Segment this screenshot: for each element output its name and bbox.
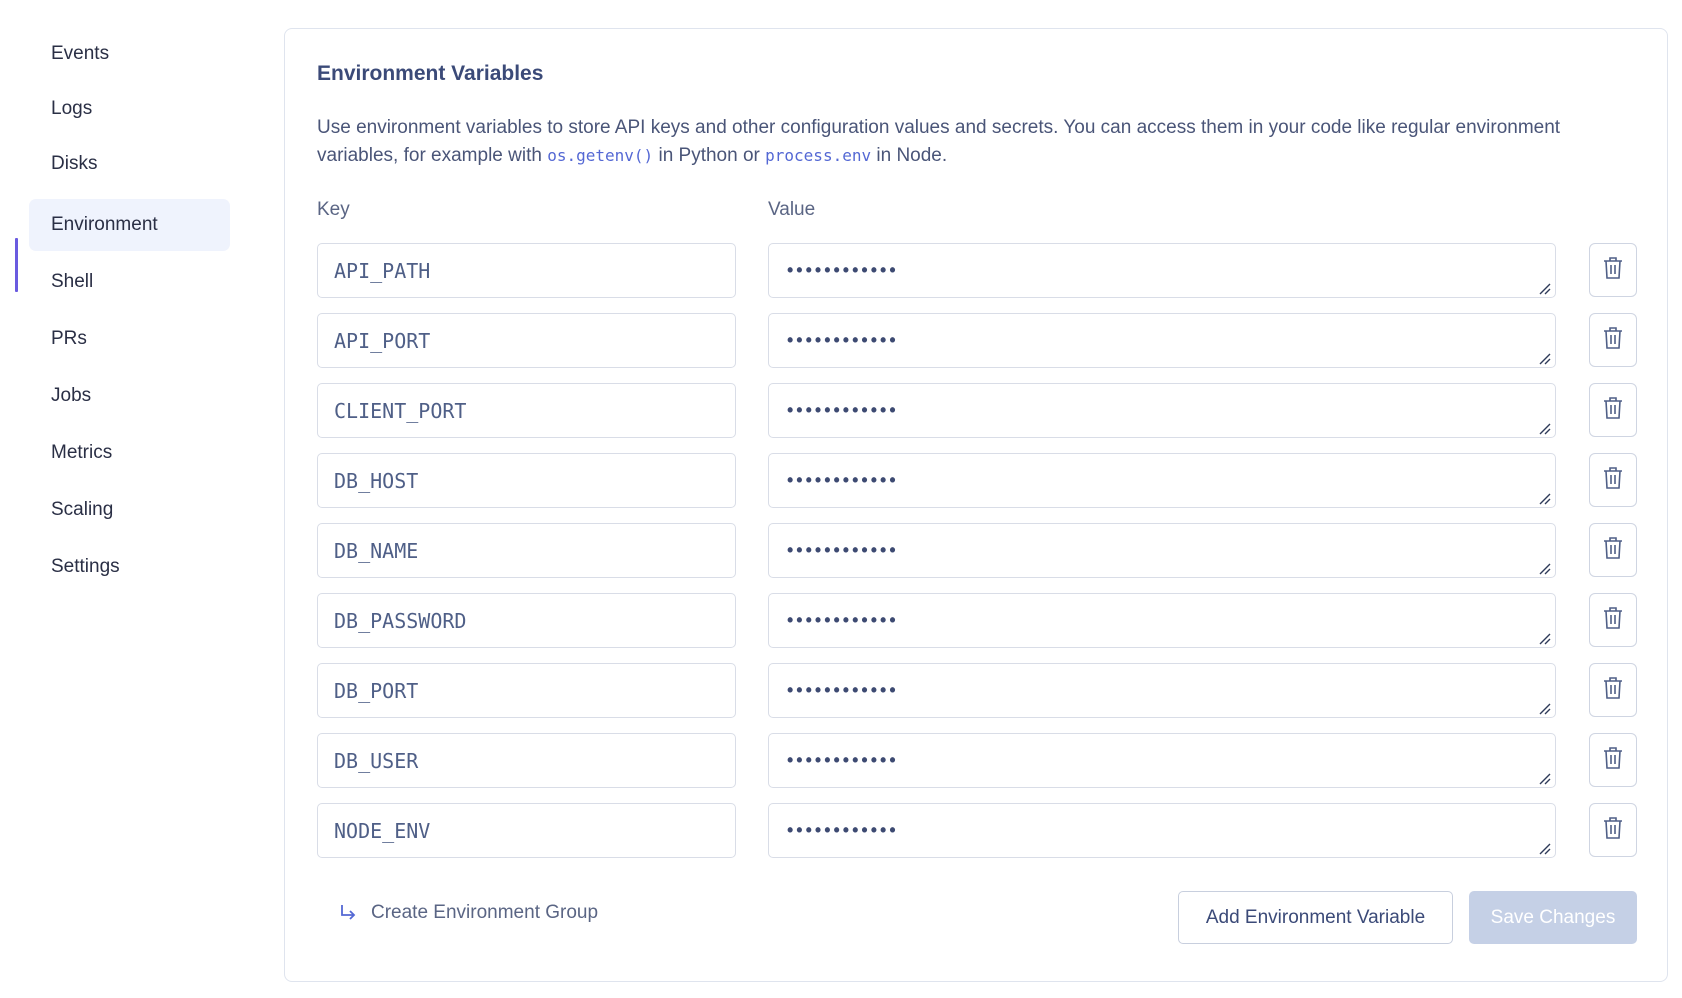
sidebar-item-jobs[interactable]: Jobs	[29, 370, 230, 422]
env-key-input[interactable]: DB_HOST	[317, 453, 736, 508]
trash-icon	[1602, 395, 1624, 426]
env-value-input[interactable]: ••••••••••••	[768, 733, 1556, 788]
masked-value: ••••••••••••	[787, 260, 899, 280]
sidebar-nav: Events Logs Disks Environment Shell PRs …	[0, 0, 240, 998]
sidebar-item-label: Settings	[51, 556, 120, 577]
active-indicator	[15, 238, 18, 292]
resize-handle-icon[interactable]	[1537, 349, 1551, 365]
delete-variable-button[interactable]	[1589, 313, 1637, 367]
delete-variable-button[interactable]	[1589, 383, 1637, 437]
env-key-input[interactable]: DB_NAME	[317, 523, 736, 578]
resize-handle-icon[interactable]	[1537, 279, 1551, 295]
trash-icon	[1602, 605, 1624, 636]
resize-handle-icon[interactable]	[1537, 839, 1551, 855]
masked-value: ••••••••••••	[787, 750, 899, 770]
masked-value: ••••••••••••	[787, 540, 899, 560]
env-key-input[interactable]: NODE_ENV	[317, 803, 736, 858]
sidebar-item-label: Jobs	[51, 385, 92, 406]
save-changes-button[interactable]: Save Changes	[1469, 891, 1637, 944]
create-environment-group-link[interactable]: Create Environment Group	[339, 902, 598, 924]
sidebar-item-logs[interactable]: Logs	[29, 83, 230, 135]
delete-variable-button[interactable]	[1589, 523, 1637, 577]
key-column-label: Key	[317, 199, 350, 220]
resize-handle-icon[interactable]	[1537, 699, 1551, 715]
delete-variable-button[interactable]	[1589, 733, 1637, 787]
add-environment-variable-button[interactable]: Add Environment Variable	[1178, 891, 1453, 944]
trash-icon	[1602, 745, 1624, 776]
sidebar-item-events[interactable]: Events	[29, 28, 230, 80]
env-value-input[interactable]: ••••••••••••	[768, 523, 1556, 578]
sidebar-item-scaling[interactable]: Scaling	[29, 484, 230, 536]
env-value-input[interactable]: ••••••••••••	[768, 663, 1556, 718]
delete-variable-button[interactable]	[1589, 803, 1637, 857]
sidebar-item-environment[interactable]: Environment	[29, 199, 230, 251]
trash-icon	[1602, 815, 1624, 846]
delete-variable-button[interactable]	[1589, 453, 1637, 507]
sidebar-item-label: Environment	[51, 214, 158, 235]
env-key-input[interactable]: DB_PORT	[317, 663, 736, 718]
sidebar-item-settings[interactable]: Settings	[29, 541, 230, 593]
resize-handle-icon[interactable]	[1537, 769, 1551, 785]
env-value-input[interactable]: ••••••••••••	[768, 313, 1556, 368]
env-key-input[interactable]: API_PORT	[317, 313, 736, 368]
sidebar-item-label: Disks	[51, 153, 98, 174]
trash-icon	[1602, 325, 1624, 356]
trash-icon	[1602, 465, 1624, 496]
masked-value: ••••••••••••	[787, 400, 899, 420]
value-column-label: Value	[768, 199, 816, 220]
masked-value: ••••••••••••	[787, 820, 899, 840]
env-value-input[interactable]: ••••••••••••	[768, 453, 1556, 508]
sidebar-item-metrics[interactable]: Metrics	[29, 427, 230, 479]
trash-icon	[1602, 535, 1624, 566]
env-value-input[interactable]: ••••••••••••	[768, 243, 1556, 298]
env-key-input[interactable]: CLIENT_PORT	[317, 383, 736, 438]
create-group-label: Create Environment Group	[371, 902, 599, 923]
delete-variable-button[interactable]	[1589, 663, 1637, 717]
env-key-input[interactable]: DB_USER	[317, 733, 736, 788]
env-description: Use environment variables to store API k…	[317, 114, 1637, 170]
description-text: in Python or	[653, 145, 766, 166]
sidebar-item-label: Events	[51, 43, 110, 64]
page-title: Environment Variables	[317, 62, 544, 85]
masked-value: ••••••••••••	[787, 610, 899, 630]
masked-value: ••••••••••••	[787, 680, 899, 700]
sidebar-item-label: Metrics	[51, 442, 113, 463]
resize-handle-icon[interactable]	[1537, 629, 1551, 645]
env-value-input[interactable]: ••••••••••••	[768, 383, 1556, 438]
code-snippet-python: os.getenv()	[547, 146, 654, 165]
sidebar-item-label: Scaling	[51, 499, 114, 520]
return-arrow-icon	[339, 903, 357, 923]
trash-icon	[1602, 675, 1624, 706]
env-value-input[interactable]: ••••••••••••	[768, 593, 1556, 648]
env-key-input[interactable]: API_PATH	[317, 243, 736, 298]
sidebar-item-label: Shell	[51, 271, 94, 292]
env-value-input[interactable]: ••••••••••••	[768, 803, 1556, 858]
description-text: in Node.	[871, 145, 948, 166]
masked-value: ••••••••••••	[787, 330, 899, 350]
trash-icon	[1602, 255, 1624, 286]
sidebar-item-disks[interactable]: Disks	[29, 138, 230, 190]
env-key-input[interactable]: DB_PASSWORD	[317, 593, 736, 648]
resize-handle-icon[interactable]	[1537, 489, 1551, 505]
sidebar-item-label: Logs	[51, 98, 93, 119]
delete-variable-button[interactable]	[1589, 243, 1637, 297]
resize-handle-icon[interactable]	[1537, 419, 1551, 435]
code-snippet-node: process.env	[765, 146, 872, 165]
masked-value: ••••••••••••	[787, 470, 899, 490]
delete-variable-button[interactable]	[1589, 593, 1637, 647]
sidebar-item-prs[interactable]: PRs	[29, 313, 230, 365]
resize-handle-icon[interactable]	[1537, 559, 1551, 575]
sidebar-item-shell[interactable]: Shell	[29, 256, 230, 308]
sidebar-item-label: PRs	[51, 328, 87, 349]
